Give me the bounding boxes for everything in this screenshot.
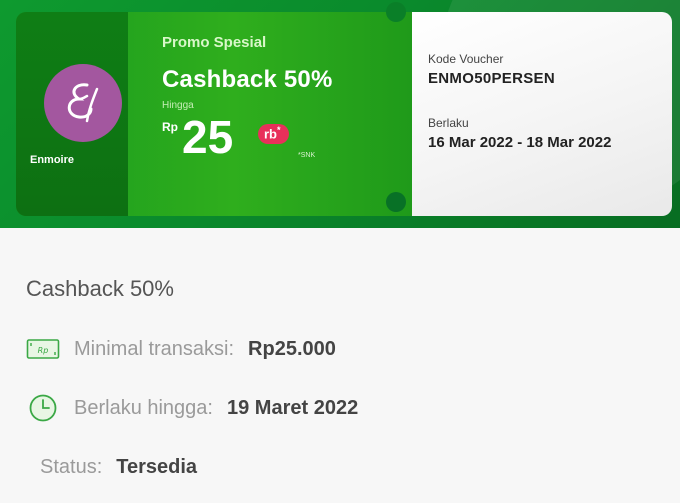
min-transaction-label: Minimal transaksi:	[74, 337, 235, 360]
brand-name: Enmoire	[30, 154, 75, 166]
svg-text:Rp: Rp	[38, 346, 49, 355]
promo-amount-unit-mark: *	[277, 125, 281, 135]
voucher-promo-panel: Enmoire Promo Spesial Cashback 50% Hingg…	[16, 12, 412, 216]
valid-until-value: 19 Maret 2022	[226, 396, 359, 419]
voucher-info-panel: Kode Voucher ENMO50PERSEN Berlaku 16 Mar…	[412, 12, 672, 216]
voucher-validity-value: 16 Mar 2022 - 18 Mar 2022	[428, 134, 612, 151]
min-transaction-row: Rp Minimal transaksi: Rp25.000	[26, 334, 336, 364]
clock-icon	[26, 393, 60, 423]
status-label: Status:	[40, 456, 103, 478]
detail-title: Cashback 50%	[26, 276, 174, 301]
money-icon: Rp	[26, 334, 60, 364]
brand-logo-icon	[67, 83, 99, 123]
promo-title: Promo Spesial	[162, 34, 267, 51]
min-transaction-value: Rp25.000	[248, 337, 336, 360]
promo-headline: Cashback 50%	[162, 66, 333, 93]
status-value: Tersedia	[116, 456, 198, 478]
promo-amount-unit: rb	[264, 126, 277, 142]
voucher-validity-label: Berlaku	[428, 116, 469, 130]
valid-until-row: Berlaku hingga: 19 Maret 2022	[26, 393, 358, 423]
voucher-code-label: Kode Voucher	[428, 52, 504, 66]
promo-amount-unit-badge: rb*	[258, 124, 289, 145]
brand-logo	[44, 64, 122, 142]
voucher-details: Cashback 50% Rp Minimal transaksi: Rp25.…	[0, 228, 680, 503]
promo-upto-label: Hingga	[162, 100, 194, 111]
ticket-notch-top	[386, 2, 406, 22]
promo-amount: 25	[182, 111, 234, 163]
promo-terms-note: *SNK	[298, 152, 316, 159]
valid-until-label: Berlaku hingga:	[74, 396, 213, 419]
status-row: Status: Tersedia	[40, 456, 197, 479]
voucher-code-value[interactable]: ENMO50PERSEN	[428, 70, 555, 87]
voucher-ticket[interactable]: Enmoire Promo Spesial Cashback 50% Hingg…	[16, 12, 672, 216]
ticket-notch-bottom	[386, 192, 406, 212]
voucher-banner: Enmoire Promo Spesial Cashback 50% Hingg…	[0, 0, 680, 228]
promo-currency: Rp	[162, 120, 178, 134]
